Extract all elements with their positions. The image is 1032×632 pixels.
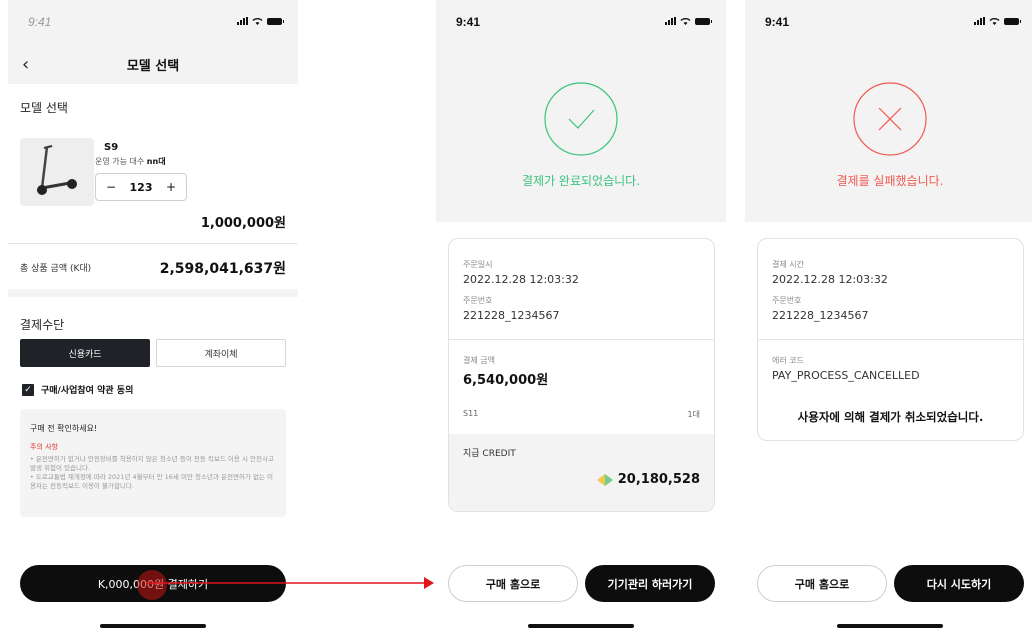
- diamond-icon: [596, 473, 613, 486]
- purchase-home-button[interactable]: 구매 홈으로: [757, 565, 887, 602]
- status-bar: 9:41: [745, 0, 1032, 44]
- status-bar: 9:41: [436, 0, 726, 44]
- item-name: S11: [463, 409, 479, 418]
- amount-label: 결제 금액: [463, 356, 495, 365]
- purchase-home-button[interactable]: 구매 홈으로: [448, 565, 578, 602]
- pay-time-value: 2022.12.28 12:03:32: [772, 273, 888, 286]
- status-icons: [665, 17, 712, 25]
- home-indicator: [528, 624, 634, 628]
- signal-icon: [665, 17, 676, 25]
- payment-failure-screen: 9:41 결제를 실패했습니다. 결제 시간 2022.12.28 12:03:…: [745, 0, 1032, 632]
- success-check-icon: [544, 82, 618, 156]
- home-indicator: [837, 624, 943, 628]
- divider: [758, 339, 1023, 340]
- item-qty: 1대: [687, 410, 700, 419]
- result-message: 결제를 실패했습니다.: [836, 174, 944, 188]
- status-time: 9:41: [456, 15, 481, 29]
- battery-icon: [1004, 18, 1021, 25]
- order-time-label: 주문일시: [463, 260, 493, 269]
- battery-icon: [695, 18, 712, 25]
- payment-success-screen: 9:41 결제가 완료되었습니다. 주문일시 2022.12.28 12:03:…: [436, 0, 726, 632]
- error-code-value: PAY_PROCESS_CANCELLED: [772, 369, 920, 382]
- signal-icon: [974, 17, 985, 25]
- failure-x-icon: [853, 82, 927, 156]
- status-icons: [974, 17, 1021, 25]
- status-time: 9:41: [765, 15, 790, 29]
- error-code-label: 에러 코드: [772, 356, 804, 365]
- wifi-icon: [680, 18, 691, 25]
- credit-label: 지급 CREDIT: [463, 449, 516, 459]
- result-message: 결제가 완료되었습니다.: [521, 174, 641, 188]
- order-no-value: 221228_1234567: [772, 309, 869, 322]
- order-no-value: 221228_1234567: [463, 309, 560, 322]
- order-no-label: 주문번호: [772, 296, 802, 305]
- credit-box: 지급 CREDIT 20,180,528: [449, 434, 714, 511]
- wifi-icon: [989, 18, 1000, 25]
- divider: [449, 339, 714, 340]
- retry-button[interactable]: 다시 시도하기: [894, 565, 1024, 602]
- failure-summary-card: 결제 시간 2022.12.28 12:03:32 주문번호 221228_12…: [757, 238, 1024, 441]
- order-summary-card: 주문일시 2022.12.28 12:03:32 주문번호 221228_123…: [448, 238, 715, 512]
- order-time-value: 2022.12.28 12:03:32: [463, 273, 579, 286]
- order-no-label: 주문번호: [463, 296, 493, 305]
- error-message: 사용자에 의해 결제가 취소되었습니다.: [797, 410, 984, 424]
- pay-time-label: 결제 시간: [772, 260, 804, 269]
- credit-amount: 20,180,528: [596, 472, 700, 487]
- credit-value: 20,180,528: [617, 472, 700, 487]
- device-manage-button[interactable]: 기기관리 하러가기: [585, 565, 715, 602]
- amount-value: 6,540,000원: [463, 373, 549, 388]
